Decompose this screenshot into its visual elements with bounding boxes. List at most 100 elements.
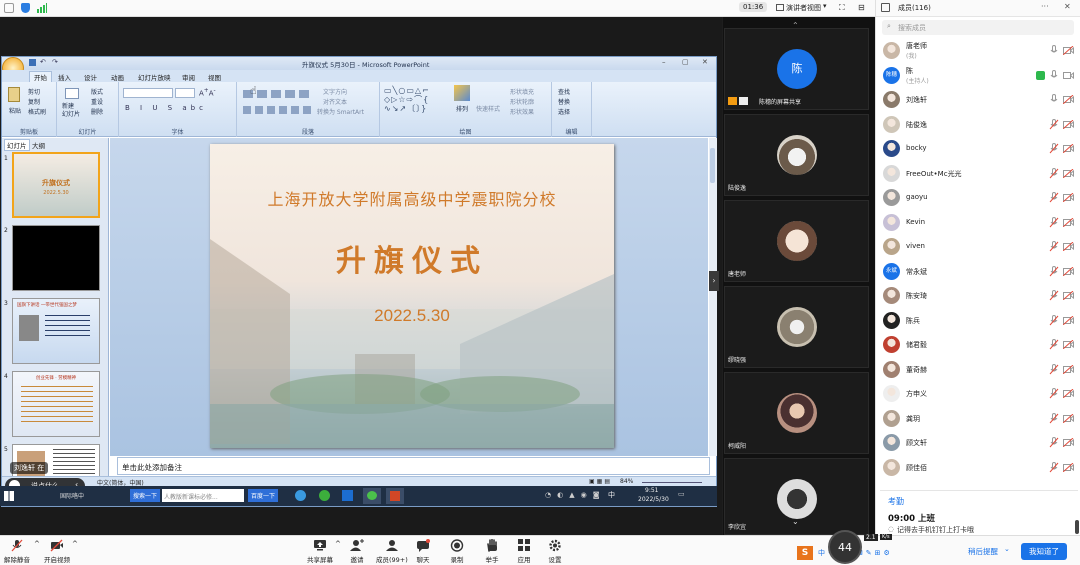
ppt-taskbar-icon[interactable]	[386, 488, 404, 504]
fullscreen-icon[interactable]: ⛶	[839, 3, 845, 13]
mic-off-icon[interactable]	[1049, 461, 1059, 473]
tab-home[interactable]: 开始	[29, 71, 52, 82]
arrange-button[interactable]: 排列	[456, 104, 468, 113]
raise-hand-button[interactable]: 举手	[485, 539, 499, 564]
camera-icon[interactable]	[1063, 71, 1074, 80]
camera-off-icon[interactable]	[1063, 291, 1074, 300]
camera-off-icon[interactable]	[1063, 95, 1074, 104]
search-button[interactable]: 搜索一下	[130, 489, 161, 502]
arrange-icon[interactable]	[454, 85, 470, 101]
delete-button[interactable]: 删除	[91, 107, 103, 116]
tab-animation[interactable]: 动画	[111, 72, 124, 82]
mic-icon[interactable]	[1049, 94, 1059, 105]
chevron-down-icon[interactable]: ⌄	[792, 517, 799, 526]
member-row[interactable]: 唐老师 (我)	[876, 39, 1080, 63]
mic-icon[interactable]	[1049, 69, 1059, 81]
app-icon[interactable]	[342, 490, 353, 501]
select-button[interactable]: 选择	[558, 107, 570, 116]
font-name-select[interactable]	[123, 88, 173, 98]
undo-icon[interactable]: ↶	[40, 58, 46, 66]
camera-off-icon[interactable]	[1063, 266, 1074, 276]
camera-off-icon[interactable]	[1063, 315, 1074, 325]
mic-off-icon[interactable]	[1049, 412, 1059, 424]
start-video-button[interactable]: 开启视频	[44, 539, 70, 564]
mic-off-icon[interactable]	[1049, 143, 1059, 154]
zoom-slider[interactable]	[642, 482, 702, 483]
reset-button[interactable]: 重设	[91, 97, 103, 106]
settings-button[interactable]: 设置	[548, 539, 562, 564]
font-style-buttons[interactable]: B I U S abc	[125, 104, 207, 112]
mic-off-icon[interactable]	[1049, 118, 1059, 130]
members-scrollbar[interactable]	[1075, 520, 1079, 534]
tab-design[interactable]: 设计	[84, 72, 97, 82]
notification-icon[interactable]: ▭	[678, 490, 685, 498]
tab-slideshow[interactable]: 幻灯片放映	[138, 72, 171, 82]
ppt-maximize-icon[interactable]: ▢	[682, 58, 689, 66]
shape-effects-button[interactable]: 形状效果	[510, 107, 534, 116]
minimize-icon[interactable]: ⊟	[858, 3, 865, 12]
ppt-close-icon[interactable]: ✕	[702, 58, 708, 66]
chat-button[interactable]: 聊天	[416, 539, 430, 564]
expand-arrow-icon[interactable]: ›	[709, 271, 719, 291]
taskbar-app-label[interactable]: 国际咯中	[60, 491, 84, 500]
mic-off-icon[interactable]	[1049, 167, 1059, 179]
panel-icon[interactable]	[881, 3, 890, 12]
save-icon[interactable]	[29, 59, 36, 66]
slide-thumb-4[interactable]: 创业先锋 · 劳模精神	[12, 371, 100, 437]
camera-off-icon[interactable]	[1063, 119, 1074, 129]
member-row[interactable]: 方申义	[876, 382, 1080, 406]
members-button[interactable]: 成员(99+)	[376, 539, 408, 564]
system-tray-icons[interactable]: ◔◐▲◉◙	[545, 491, 606, 499]
camera-off-icon[interactable]	[1063, 389, 1074, 398]
grow-font-icon[interactable]: A+A-	[199, 88, 216, 97]
tab-review[interactable]: 审阅	[182, 72, 195, 82]
view-selector[interactable]: 演讲者视图	[786, 3, 821, 13]
shape-fill-button[interactable]: 形状填充	[510, 87, 534, 96]
align-buttons-icon[interactable]	[243, 106, 313, 114]
camera-off-icon[interactable]	[1063, 144, 1074, 153]
mic-off-icon[interactable]	[1049, 241, 1059, 252]
camera-off-icon[interactable]	[1063, 462, 1074, 472]
mic-off-icon[interactable]	[1049, 265, 1059, 277]
quick-styles-button[interactable]: 快速样式	[476, 104, 500, 113]
close-icon[interactable]: ✕	[1064, 2, 1071, 11]
member-search[interactable]: ⌕ 搜索成员	[882, 20, 1074, 35]
slide-thumb-2[interactable]	[12, 225, 100, 291]
camera-off-icon[interactable]	[1063, 193, 1074, 202]
layout-button[interactable]: 版式	[91, 87, 103, 96]
shield-icon[interactable]	[21, 3, 30, 13]
view-buttons-icon[interactable]: ▣▦▤	[589, 478, 612, 485]
member-row[interactable]: 董奇赫	[876, 358, 1080, 382]
member-row[interactable]: 陆俊逸	[876, 113, 1080, 137]
paste-icon[interactable]	[8, 87, 20, 102]
tab-slides[interactable]: 幻灯片	[4, 139, 30, 151]
unmute-button[interactable]: 解除静音	[4, 539, 30, 564]
camera-off-icon[interactable]	[1063, 217, 1074, 227]
window-icon[interactable]	[4, 3, 14, 13]
share-screen-button[interactable]: 共享屏幕	[307, 539, 333, 564]
member-row[interactable]: 陈安琦	[876, 284, 1080, 308]
chevron-up-icon[interactable]: ^	[72, 540, 78, 548]
member-row[interactable]: Kevin	[876, 211, 1080, 235]
member-row[interactable]: 永斌 常永斌	[876, 260, 1080, 284]
slide-thumb-1[interactable]: 升旗仪式 2022.5.30	[12, 152, 100, 218]
find-button[interactable]: 查找	[558, 87, 570, 96]
mic-off-icon[interactable]	[1049, 437, 1059, 448]
ppt-minimize-icon[interactable]: –	[662, 58, 666, 66]
chevron-down-icon[interactable]: ⌄	[1004, 545, 1010, 553]
more-icon[interactable]: ···	[1041, 2, 1049, 11]
shape-outline-button[interactable]: 形状轮廓	[510, 97, 534, 106]
input-language[interactable]: 中	[608, 490, 615, 500]
text-direction-button[interactable]: 文字方向	[323, 87, 347, 96]
tab-insert[interactable]: 插入	[58, 72, 71, 82]
search-input[interactable]: 人教版新课标必修...	[162, 489, 244, 502]
baidu-button[interactable]: 百度一下	[248, 489, 279, 502]
browser-icon[interactable]	[295, 490, 306, 501]
replace-button[interactable]: 替换	[558, 97, 570, 106]
member-row[interactable]: 顾文轩	[876, 431, 1080, 455]
shapes-gallery-icon[interactable]: ▭╲○▭△⌐ ◇▷☆⇨⌒{∿↘↗〔〕}	[384, 86, 446, 116]
notes-pane[interactable]: 单击此处添加备注	[117, 457, 710, 475]
paste-button[interactable]: 粘贴	[9, 106, 21, 115]
wechat-icon[interactable]	[363, 488, 381, 504]
browser-icon[interactable]	[319, 490, 330, 501]
